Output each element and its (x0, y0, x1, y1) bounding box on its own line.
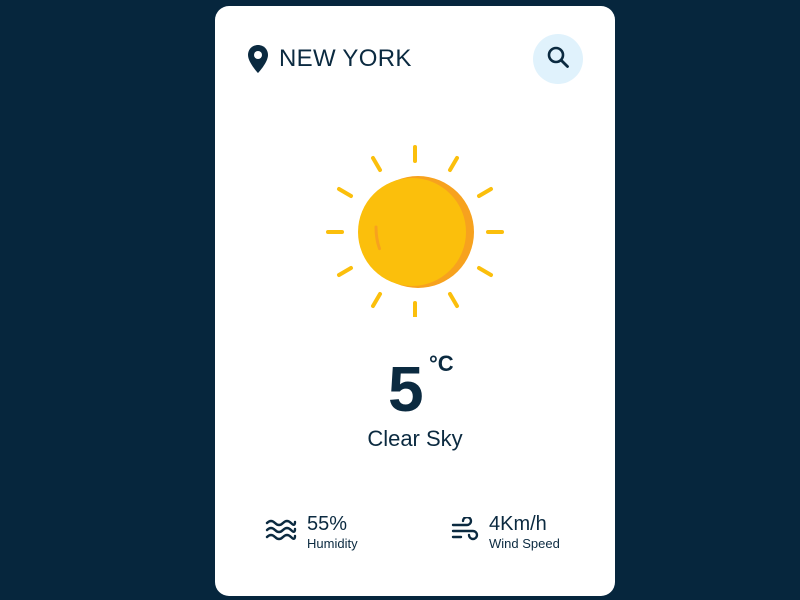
temperature-display: 5 °C (215, 349, 615, 429)
humidity-value: 55% (307, 513, 348, 535)
wind-stat: 4Km/h Wind Speed (451, 512, 560, 552)
weather-card: NEW YORK 5 °C Clear Sky 55% Humidity 4Km… (215, 6, 615, 596)
sun-icon (326, 137, 506, 319)
location-pin-icon (247, 44, 269, 74)
weather-condition: Clear Sky (367, 426, 463, 451)
location-header: NEW YORK (247, 44, 412, 74)
humidity-stat: 55% Humidity (265, 512, 358, 552)
wind-label: Wind Speed (489, 536, 560, 551)
wind-value: 4Km/h (489, 513, 547, 535)
search-icon (546, 45, 570, 74)
temperature-unit: °C (429, 351, 454, 376)
search-button[interactable] (533, 34, 583, 84)
humidity-details: 55% Humidity (307, 512, 358, 552)
temperature-value: 5 (388, 353, 424, 425)
wind-details: 4Km/h Wind Speed (489, 512, 560, 552)
humidity-waves-icon (265, 518, 297, 547)
humidity-label: Humidity (307, 536, 358, 551)
wind-icon (451, 515, 479, 548)
city-name: NEW YORK (279, 45, 412, 72)
